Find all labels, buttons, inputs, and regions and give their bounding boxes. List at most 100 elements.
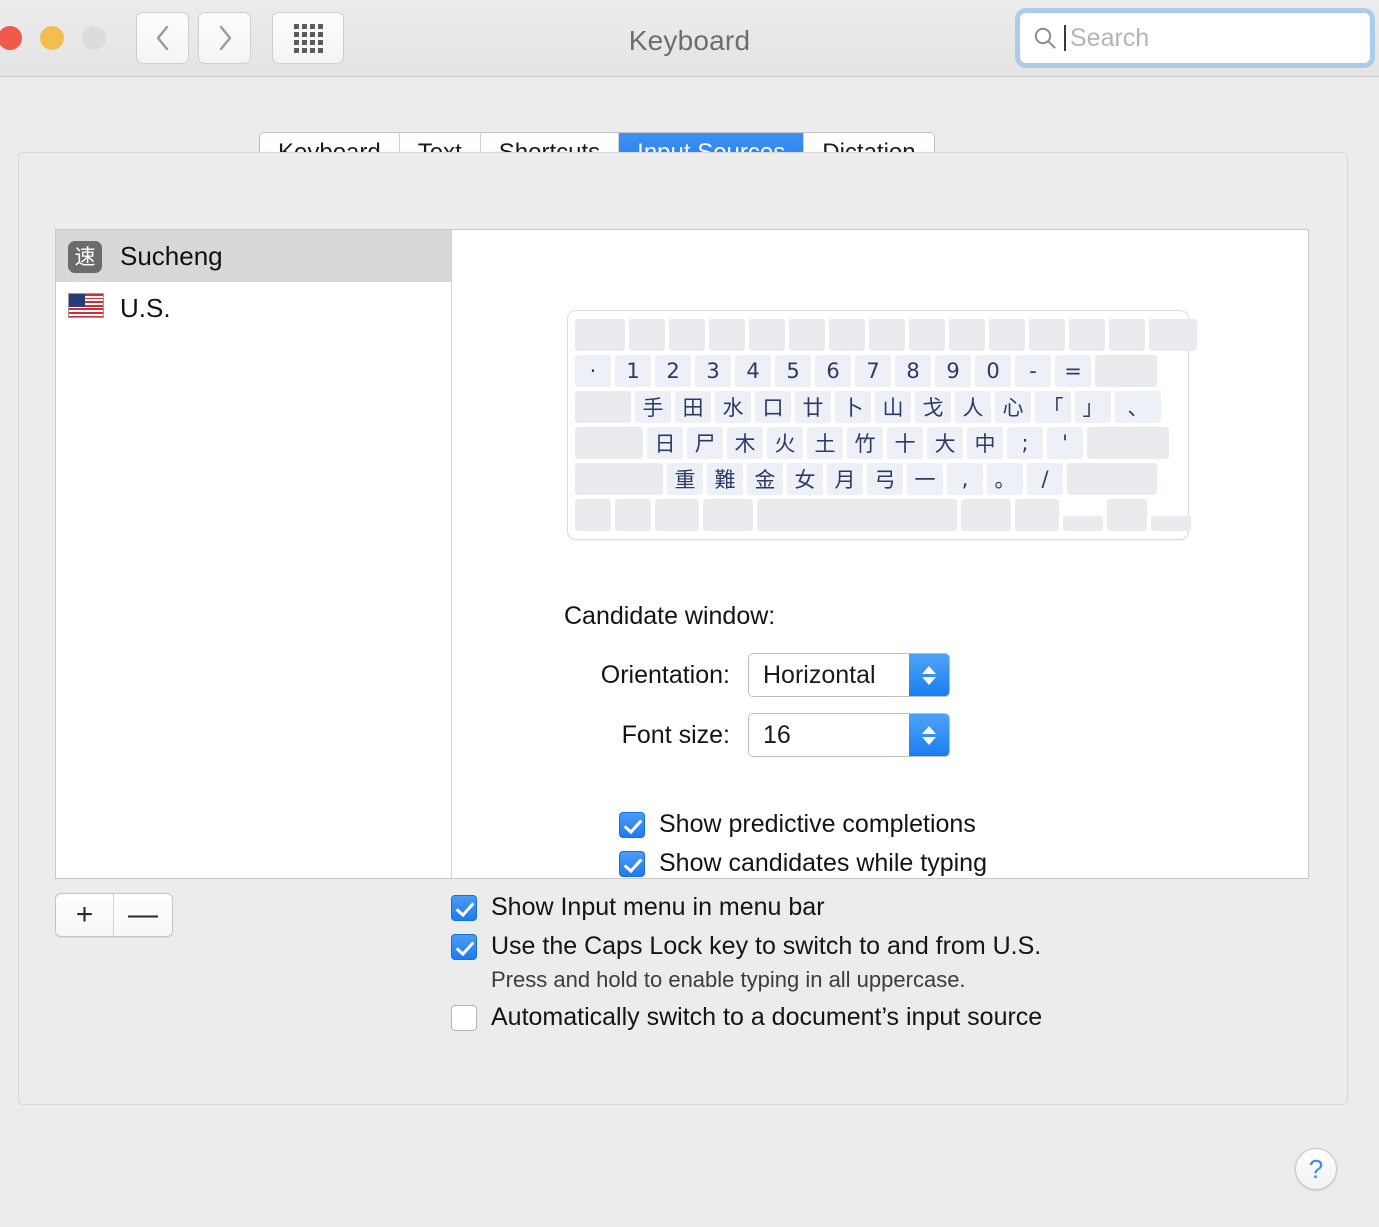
checkbox-label: Automatically switch to a document’s inp… — [491, 1003, 1043, 1031]
key: ; — [1007, 427, 1043, 459]
key-shift-right — [1067, 463, 1157, 495]
help-button[interactable]: ? — [1295, 1148, 1337, 1190]
checkbox-box[interactable] — [451, 1004, 477, 1031]
keyboard-row-function — [575, 319, 1197, 351]
font-size-stepper[interactable]: 16 — [748, 713, 950, 757]
key: 「 — [1035, 391, 1071, 423]
checkbox-box[interactable] — [451, 894, 477, 921]
key: 2 — [655, 355, 691, 387]
key-command-right — [961, 499, 1011, 531]
checkbox-show-input-menu[interactable]: Show Input menu in menu bar — [451, 893, 1311, 922]
key: 、 — [1115, 391, 1161, 423]
candidate-window-settings: Candidate window: Orientation: Horizonta… — [564, 602, 1204, 773]
key: 難 — [707, 463, 743, 495]
input-source-detail-pane: · 1 2 3 4 5 6 7 8 9 0 - = 手 田 水 口 廿 卜 山 … — [452, 230, 1308, 878]
key: 田 — [675, 391, 711, 423]
key: , — [947, 463, 983, 495]
key: 0 — [975, 355, 1011, 387]
input-source-item-sucheng[interactable]: 速 Sucheng — [56, 230, 451, 282]
input-source-list[interactable]: 速 Sucheng U.S. — [56, 230, 452, 878]
font-size-row: Font size: 16 — [564, 713, 1204, 757]
key: 弓 — [867, 463, 903, 495]
key-arrow-updown — [1107, 499, 1147, 531]
key: 女 — [787, 463, 823, 495]
checkbox-auto-switch-document-source[interactable]: Automatically switch to a document’s inp… — [451, 1003, 1311, 1032]
key-tab — [575, 391, 631, 423]
key: 口 — [755, 391, 791, 423]
checkbox-label: Use the Caps Lock key to switch to and f… — [491, 932, 1042, 960]
key: 心 — [995, 391, 1031, 423]
key: 。 — [987, 463, 1023, 495]
input-source-label: U.S. — [120, 292, 171, 323]
key: - — [1015, 355, 1051, 387]
input-source-label: Sucheng — [120, 240, 223, 271]
caps-lock-helper-note: Press and hold to enable typing in all u… — [491, 967, 966, 992]
key: 一 — [907, 463, 943, 495]
checkbox-show-predictive-completions[interactable]: Show predictive completions — [619, 810, 987, 839]
keyboard-row-modifiers — [575, 499, 1191, 531]
key: 竹 — [847, 427, 883, 459]
key-arrow-left — [1063, 516, 1103, 531]
key: 1 — [615, 355, 651, 387]
checkbox-box[interactable] — [619, 811, 645, 838]
cjk-badge-icon: 速 — [68, 241, 104, 273]
key-option-left — [655, 499, 699, 531]
key: 戈 — [915, 391, 951, 423]
list-add-remove-control[interactable]: + — — [55, 893, 173, 937]
key: 大 — [927, 427, 963, 459]
key-option-right — [1015, 499, 1059, 531]
key: 手 — [635, 391, 671, 423]
keyboard-row-home: 日 尸 木 火 土 竹 十 大 中 ; ' — [575, 427, 1181, 459]
stepper-arrows-icon[interactable] — [909, 654, 949, 696]
checkbox-box[interactable] — [619, 850, 645, 877]
key-return — [1087, 427, 1169, 459]
global-input-options: Show Input menu in menu bar Use the Caps… — [451, 893, 1311, 1032]
checkbox-box[interactable] — [451, 933, 477, 960]
search-field-wrapper[interactable]: Search — [1019, 12, 1371, 64]
key: 9 — [935, 355, 971, 387]
keyboard-row-qwerty: 手 田 水 口 廿 卜 山 戈 人 心 「 」 、 — [575, 391, 1181, 423]
key-delete — [1095, 355, 1157, 387]
checkbox-label: Show Input menu in menu bar — [491, 893, 825, 921]
key: 」 — [1075, 391, 1111, 423]
key: · — [575, 355, 611, 387]
add-input-source-button[interactable]: + — [56, 894, 114, 936]
keyboard-row-bottom-letters: 重 難 金 女 月 弓 一 , 。 / — [575, 463, 1181, 495]
key: 中 — [967, 427, 1003, 459]
candidate-window-heading: Candidate window: — [564, 602, 776, 630]
input-source-item-us[interactable]: U.S. — [56, 282, 451, 334]
keyboard-row-numbers: · 1 2 3 4 5 6 7 8 9 0 - = — [575, 355, 1181, 387]
key: 土 — [807, 427, 843, 459]
candidate-window-checkboxes: Show predictive completions Show candida… — [564, 800, 987, 878]
key: 7 — [855, 355, 891, 387]
orientation-label: Orientation: — [600, 660, 730, 689]
key-shift-left — [575, 463, 663, 495]
orientation-value: Horizontal — [749, 654, 909, 696]
preferences-panel: 速 Sucheng U.S. · 1 2 3 4 5 6 7 8 9 0 - =… — [18, 152, 1348, 1105]
keyboard-preferences-window: Keyboard Search Keyboard Text Shortcuts … — [0, 0, 1379, 1227]
search-placeholder: Search — [1070, 23, 1150, 52]
checkbox-show-candidates-while-typing[interactable]: Show candidates while typing — [619, 849, 987, 878]
keyboard-layout-preview: · 1 2 3 4 5 6 7 8 9 0 - = 手 田 水 口 廿 卜 山 … — [567, 310, 1197, 540]
checkbox-label: Show candidates while typing — [659, 849, 987, 877]
font-size-value: 16 — [749, 714, 909, 756]
key: 十 — [887, 427, 923, 459]
stepper-arrows-icon[interactable] — [909, 714, 949, 756]
checkbox-caps-lock-switch[interactable]: Use the Caps Lock key to switch to and f… — [451, 932, 1311, 961]
key: 6 — [815, 355, 851, 387]
orientation-popup[interactable]: Horizontal — [748, 653, 950, 697]
key-fn — [575, 499, 611, 531]
key: ' — [1047, 427, 1083, 459]
search-icon — [1034, 27, 1056, 49]
search-input[interactable]: Search — [1019, 12, 1371, 64]
key: 卜 — [835, 391, 871, 423]
key: 火 — [767, 427, 803, 459]
key: = — [1055, 355, 1091, 387]
remove-input-source-button[interactable]: — — [114, 894, 172, 936]
key-capslock — [575, 427, 643, 459]
key: 廿 — [795, 391, 831, 423]
text-caret — [1064, 25, 1066, 51]
window-titlebar: Keyboard Search — [0, 0, 1379, 77]
key: 山 — [875, 391, 911, 423]
checkbox-label: Show predictive completions — [659, 810, 976, 838]
